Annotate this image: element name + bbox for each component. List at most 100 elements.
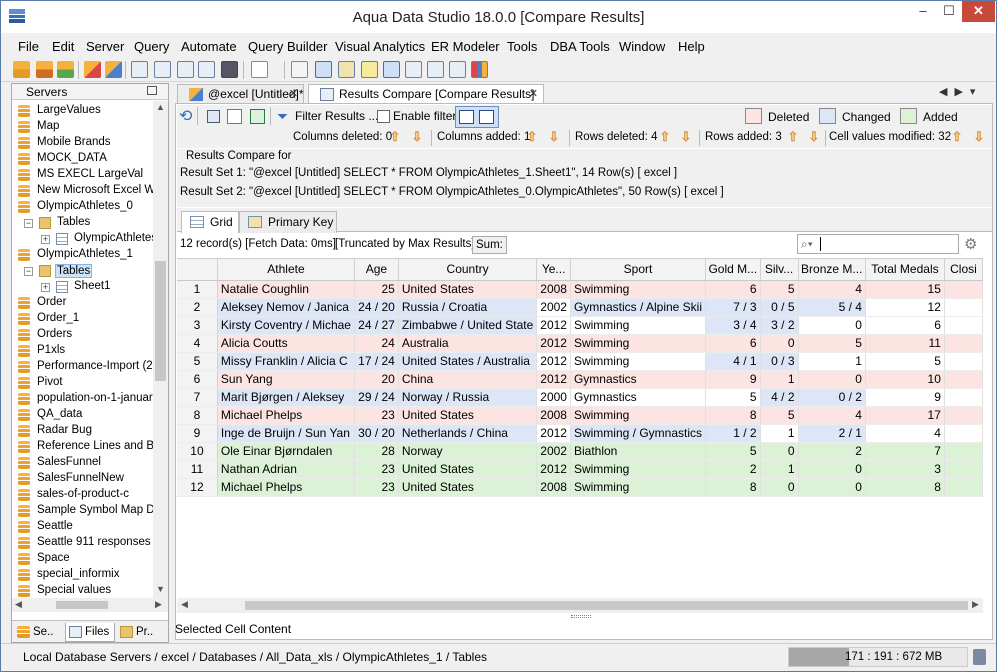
menu-er-modeler[interactable]: ER Modeler — [431, 39, 500, 54]
table-cell[interactable]: Gymnastics / Alpine Skii — [570, 298, 707, 317]
table-cell[interactable]: Zimbabwe / United State — [398, 316, 538, 335]
table-cell[interactable] — [944, 352, 983, 371]
table-cell[interactable]: 2012 — [536, 352, 571, 371]
new-document-icon[interactable] — [251, 61, 268, 78]
table-row[interactable]: 7 Marit Bjørgen / Aleksey 29 / 24 Norway / … — [177, 388, 983, 407]
layout-columns-icon[interactable] — [449, 61, 466, 78]
tree-item[interactable]: QA_data — [12, 407, 153, 423]
column-header[interactable]: Bronze M... — [798, 259, 866, 281]
table-cell[interactable]: 4 — [865, 424, 945, 443]
table-cell[interactable]: 2 — [705, 460, 761, 479]
vertical-layout-icon[interactable] — [479, 110, 494, 124]
tree-item[interactable]: Reference Lines and Bo — [12, 439, 153, 455]
next-arrow-icon[interactable]: ⇩ — [547, 130, 561, 144]
table-cell[interactable]: 23 — [354, 406, 399, 425]
scroll-right-icon[interactable]: ▶ — [155, 599, 162, 610]
table-cell[interactable] — [944, 334, 983, 353]
table-cell[interactable]: 1 — [760, 370, 799, 389]
column-header[interactable]: Sport — [570, 259, 707, 281]
table-cell[interactable] — [944, 388, 983, 407]
compare-icon[interactable] — [131, 61, 148, 78]
table-cell[interactable]: 0 — [798, 316, 866, 335]
table-cell[interactable]: 0 / 2 — [798, 388, 866, 407]
table-cell[interactable]: 5 — [760, 280, 799, 299]
layout-table-icon[interactable] — [383, 61, 400, 78]
table-cell[interactable]: Missy Franklin / Alicia C — [217, 352, 355, 371]
column-header[interactable]: Country — [398, 259, 538, 281]
register-server-icon[interactable] — [13, 61, 30, 78]
tree-item[interactable]: Sample Symbol Map Dat — [12, 503, 153, 519]
save-icon[interactable] — [207, 110, 220, 123]
table-cell[interactable]: 30 / 20 — [354, 424, 399, 443]
table-cell[interactable]: Norway / Russia — [398, 388, 538, 407]
expand-icon[interactable]: + — [41, 283, 50, 292]
table-cell[interactable]: 25 — [354, 280, 399, 299]
table-cell[interactable]: 0 / 5 — [760, 298, 799, 317]
table-cell[interactable]: United States — [398, 460, 538, 479]
find-icon[interactable] — [177, 61, 194, 78]
table-cell[interactable]: 0 — [798, 460, 866, 479]
layout-grid-icon[interactable] — [315, 61, 332, 78]
table-cell[interactable] — [944, 424, 983, 443]
table-cell[interactable]: 5 — [705, 388, 761, 407]
table-cell[interactable]: Australia — [398, 334, 538, 353]
table-cell[interactable]: 2 — [798, 442, 866, 461]
table-cell[interactable]: 1 — [760, 460, 799, 479]
table-cell[interactable] — [944, 280, 983, 299]
scroll-left-icon[interactable]: ◀ — [15, 599, 22, 610]
splitter-handle[interactable] — [571, 615, 591, 618]
table-cell[interactable]: 3 / 4 — [705, 316, 761, 335]
tab-query-window[interactable]: @excel [Untitled]* ✕ — [177, 84, 304, 103]
tree-item[interactable]: sales-of-product-c — [12, 487, 153, 503]
layout-tab-icon[interactable] — [338, 61, 355, 78]
enable-filter-checkbox[interactable] — [377, 110, 390, 123]
table-cell[interactable]: 7 — [865, 442, 945, 461]
scripts-icon[interactable] — [291, 61, 308, 78]
menu-window[interactable]: Window — [619, 39, 665, 54]
filter-results-button[interactable]: Filter Results ... — [295, 109, 378, 123]
previous-arrow-icon[interactable]: ⇧ — [658, 130, 672, 144]
close-button[interactable]: ✕ — [962, 1, 995, 22]
table-cell[interactable]: Netherlands / China — [398, 424, 538, 443]
restore-panel-icon[interactable] — [147, 86, 157, 95]
tree-item[interactable]: Pivot — [12, 375, 153, 391]
table-cell[interactable]: Nathan Adrian — [217, 460, 355, 479]
table-cell[interactable]: 6 — [705, 334, 761, 353]
previous-arrow-icon[interactable]: ⇧ — [786, 130, 800, 144]
table-cell[interactable]: Gymnastics — [570, 370, 707, 389]
menu-edit[interactable]: Edit — [52, 39, 74, 54]
chart-icon[interactable] — [471, 61, 488, 78]
next-arrow-icon[interactable]: ⇩ — [410, 130, 424, 144]
table-cell[interactable]: 7 / 3 — [705, 298, 761, 317]
table-row[interactable]: 8 Michael Phelps 23 United States 2008 Swimmi… — [177, 406, 983, 425]
table-cell[interactable] — [944, 460, 983, 479]
table-row[interactable]: 10 Ole Einar Bjørndalen 28 Norway 2002 Biathl… — [177, 442, 983, 461]
menu-help[interactable]: Help — [678, 39, 705, 54]
maximize-button[interactable]: ☐ — [936, 1, 962, 22]
tree-item[interactable]: Order — [12, 295, 153, 311]
tree-item[interactable]: OlympicAthletes_0 — [12, 199, 153, 215]
table-cell[interactable]: 17 — [865, 406, 945, 425]
table-cell[interactable]: 6 — [865, 316, 945, 335]
grid-horizontal-scrollbar[interactable]: ◀ ▶ — [177, 598, 983, 613]
tree-item[interactable]: SalesFunnel — [12, 455, 153, 471]
menu-automate[interactable]: Automate — [181, 39, 237, 54]
table-cell[interactable]: 2002 — [536, 298, 571, 317]
tree-item[interactable]: + Sheet1 — [12, 279, 153, 295]
table-cell[interactable] — [944, 406, 983, 425]
tree-item[interactable]: Map — [12, 119, 153, 135]
tree-item[interactable]: special_informix — [12, 567, 153, 583]
table-cell[interactable]: 2002 — [536, 442, 571, 461]
tree-item[interactable]: Seattle 911 responses ( — [12, 535, 153, 551]
tree-item[interactable]: Radar Bug — [12, 423, 153, 439]
table-cell[interactable] — [944, 316, 983, 335]
table-cell[interactable]: 0 — [760, 478, 799, 497]
table-cell[interactable] — [944, 478, 983, 497]
previous-arrow-icon[interactable]: ⇧ — [525, 130, 539, 144]
table-cell[interactable]: Swimming / Gymnastics — [570, 424, 707, 443]
settings-icon[interactable]: ⚙ — [964, 235, 977, 253]
table-cell[interactable]: Swimming — [570, 460, 707, 479]
tab-primary-key[interactable]: Primary Key — [239, 211, 337, 233]
tree-horizontal-scrollbar[interactable]: ◀ ▶ — [12, 598, 168, 612]
table-cell[interactable]: 4 / 2 — [760, 388, 799, 407]
